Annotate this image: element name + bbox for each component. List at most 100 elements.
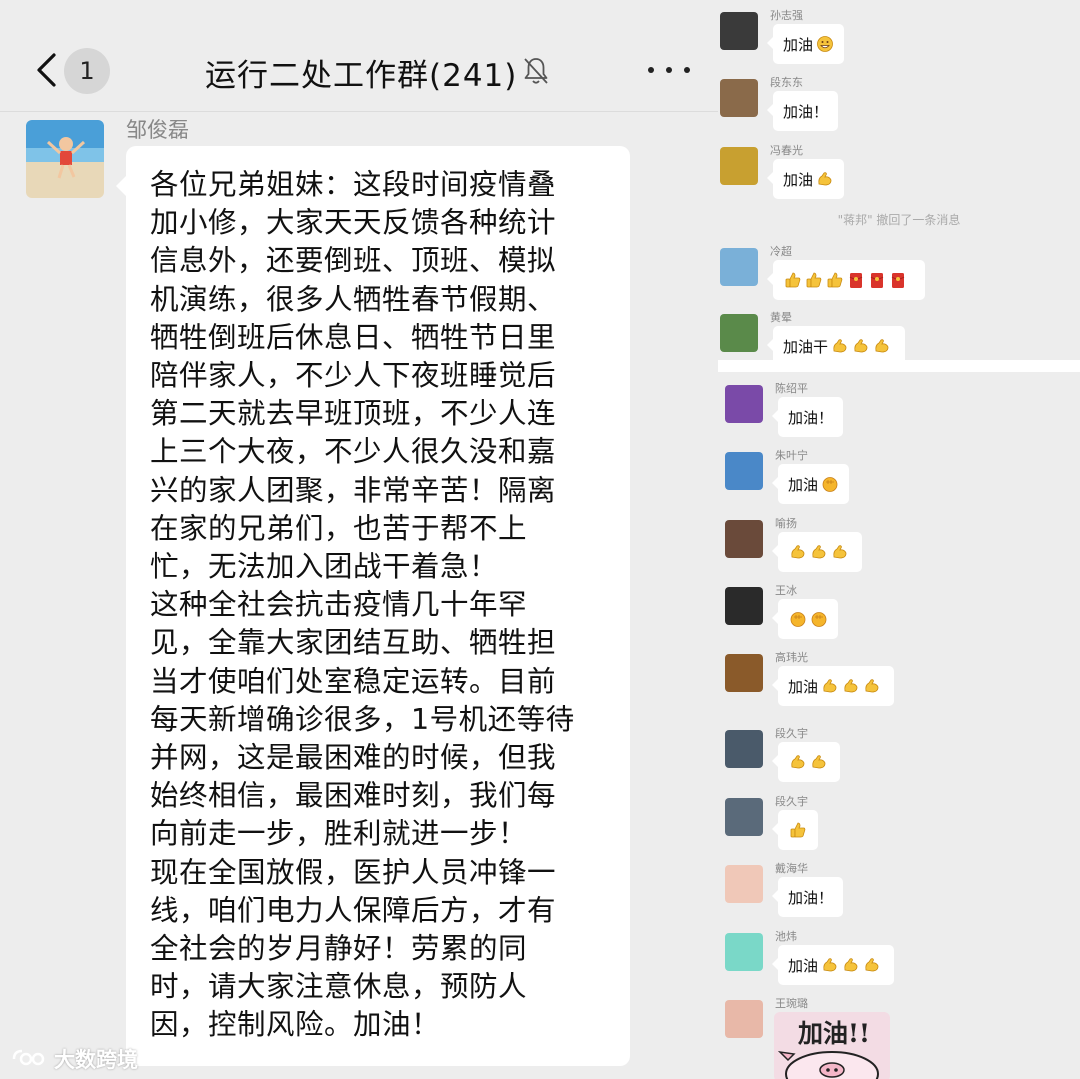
fist-emoji-icon xyxy=(811,612,827,627)
member-avatar[interactable] xyxy=(725,798,763,836)
member-name: 黄晕 xyxy=(770,311,792,324)
back-button[interactable] xyxy=(30,48,62,92)
reply-text: 加油 xyxy=(783,35,814,54)
fist-emoji-icon xyxy=(790,612,806,627)
muscle-emoji-icon xyxy=(823,679,837,693)
muscle-emoji-icon xyxy=(818,172,832,186)
reply-bubble[interactable]: 加油！ xyxy=(766,91,839,131)
fist-emoji-icon xyxy=(822,477,838,492)
reply-bubble[interactable]: 加油！ xyxy=(771,397,844,437)
reply-bubble[interactable] xyxy=(767,260,925,300)
muscle-emoji-icon xyxy=(812,755,826,769)
muscle-emoji-icon xyxy=(833,339,847,353)
muscle-emoji-icon xyxy=(865,679,879,693)
recall-notice: "蒋邦" 撤回了一条消息 xyxy=(837,213,961,227)
watermark-text: 大数跨境 xyxy=(54,1048,138,1072)
group-chat-title: 运行二处工作群(241) xyxy=(205,58,518,94)
mute-bell-icon xyxy=(524,58,548,84)
member-name: 段东东 xyxy=(770,76,803,89)
member-avatar[interactable] xyxy=(720,147,758,185)
member-avatar[interactable] xyxy=(720,314,758,352)
message-text: 各位兄弟姐妹：这段时间疫情叠 加小修，大家天天反馈各种统计 信息外，还要倒班、顶… xyxy=(150,168,575,1042)
reply-bubble[interactable] xyxy=(772,599,838,639)
member-name: 王琬璐 xyxy=(775,997,808,1010)
member-name: 孙志强 xyxy=(770,9,803,22)
sender-name: 邹俊磊 xyxy=(126,118,189,142)
reply-bubble[interactable]: 加油！ xyxy=(771,877,844,917)
reply-text: 加油！ xyxy=(783,102,829,121)
reply-bubble[interactable] xyxy=(772,532,862,572)
reply-bubble[interactable]: 加油 xyxy=(772,945,894,985)
dot-icon xyxy=(684,67,690,73)
reply-bubble[interactable]: 加油 xyxy=(771,464,850,504)
member-name: 戴海华 xyxy=(775,862,808,875)
main-chat-screenshot: 1 运行二处工作群(241) 邹俊磊 各位兄弟姐妹：这段时间疫情叠 加小修，大家… xyxy=(0,0,718,1079)
member-name: 冷超 xyxy=(770,245,792,258)
chevron-left-icon xyxy=(37,53,56,87)
muscle-emoji-icon xyxy=(844,958,858,972)
thumbs-up-emoji-icon xyxy=(790,822,806,838)
reply-bubble[interactable] xyxy=(772,810,818,850)
member-avatar[interactable] xyxy=(725,654,763,692)
muscle-emoji-icon xyxy=(833,545,847,559)
member-avatar[interactable] xyxy=(725,587,763,625)
member-name: 冯春光 xyxy=(770,144,803,157)
member-avatar[interactable] xyxy=(725,520,763,558)
member-avatar[interactable] xyxy=(720,79,758,117)
dot-icon xyxy=(648,67,654,73)
reply-text: 加油干 xyxy=(783,337,829,356)
member-name: 陈绍平 xyxy=(775,382,808,395)
muscle-emoji-icon xyxy=(791,545,805,559)
chat-header: 1 运行二处工作群(241) xyxy=(0,0,718,112)
member-avatar[interactable] xyxy=(720,248,758,286)
muscle-emoji-icon xyxy=(791,755,805,769)
sticker-image[interactable]: 加油!! xyxy=(774,1012,890,1079)
muscle-emoji-icon xyxy=(812,545,826,559)
thumbs-up-emoji-icon xyxy=(806,272,822,288)
member-name: 高玮光 xyxy=(775,651,808,664)
reply-bubble[interactable] xyxy=(772,742,840,782)
message-bubble[interactable]: 各位兄弟姐妹：这段时间疫情叠 加小修，大家天天反馈各种统计 信息外，还要倒班、顶… xyxy=(116,146,630,1066)
reply-text: 加油 xyxy=(788,475,819,494)
red-envelope-emoji-icon xyxy=(870,273,884,288)
reply-bubble[interactable]: 加油 xyxy=(766,159,845,199)
muscle-emoji-icon xyxy=(865,958,879,972)
thumbs-up-emoji-icon xyxy=(785,272,801,288)
member-avatar[interactable] xyxy=(725,933,763,971)
replies-screenshot: "蒋邦" 撤回了一条消息 孙志强 加油 段东东 加油！ 冯春光 加油 冷超 黄晕 加油干 陈绍平加… xyxy=(718,0,1080,1079)
thumbs-up-emoji-icon xyxy=(827,272,843,288)
watermark: 大数跨境 xyxy=(10,1044,138,1074)
reply-text: 加油 xyxy=(783,170,814,189)
dot-icon xyxy=(666,67,672,73)
member-name: 段久宇 xyxy=(775,727,808,740)
watermark-logo-icon xyxy=(12,1049,45,1066)
member-name: 喻扬 xyxy=(775,517,797,530)
unread-count-badge[interactable]: 1 xyxy=(64,48,110,94)
red-envelope-emoji-icon xyxy=(891,273,905,288)
muscle-emoji-icon xyxy=(844,679,858,693)
member-avatar[interactable] xyxy=(725,865,763,903)
muscle-emoji-icon xyxy=(875,339,889,353)
reply-bubble[interactable]: 加油 xyxy=(766,24,845,64)
sticker-text: 加油!! xyxy=(798,1019,870,1048)
member-avatar[interactable] xyxy=(725,730,763,768)
muscle-emoji-icon xyxy=(823,958,837,972)
reply-bubble[interactable]: 加油干 xyxy=(767,326,905,366)
red-envelope-emoji-icon xyxy=(849,273,863,288)
member-name: 池炜 xyxy=(775,930,797,943)
reply-text: 加油 xyxy=(788,956,819,975)
reply-text: 加油 xyxy=(788,677,819,696)
reply-text: 加油！ xyxy=(788,408,834,427)
member-avatar[interactable] xyxy=(725,385,763,423)
member-avatar[interactable] xyxy=(725,452,763,490)
sender-avatar[interactable] xyxy=(26,120,104,198)
member-name: 朱叶宁 xyxy=(775,449,808,462)
member-name: 王冰 xyxy=(775,584,797,597)
member-avatar[interactable] xyxy=(720,12,758,50)
reply-text: 加油！ xyxy=(788,888,834,907)
member-avatar[interactable] xyxy=(725,1000,763,1038)
grinning-emoji-icon xyxy=(817,36,833,52)
member-name: 段久宇 xyxy=(775,795,808,808)
reply-bubble[interactable]: 加油 xyxy=(772,666,894,706)
more-options-button[interactable] xyxy=(648,58,690,82)
